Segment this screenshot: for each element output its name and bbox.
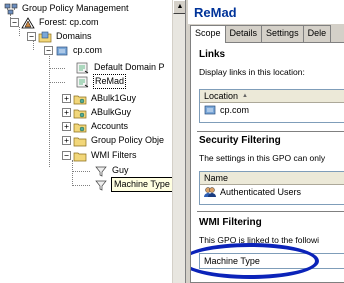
tree-pane[interactable]: Group Policy Management − Forest: cp.com… [0, 0, 186, 283]
folder-icon [73, 150, 87, 162]
column-header[interactable]: Location ▲ [200, 90, 344, 103]
domains-icon [38, 31, 52, 43]
forest-icon [21, 16, 35, 29]
divider [197, 131, 344, 132]
gpo-link-icon [76, 76, 90, 88]
links-text: Display links in this location: [199, 67, 305, 77]
domain-icon [55, 45, 69, 57]
list-item[interactable]: cp.com [200, 103, 344, 117]
folder-icon [73, 135, 87, 147]
tab-scope[interactable]: Scope [190, 25, 226, 43]
tree-domains[interactable]: − Domains [27, 30, 93, 43]
gpm-icon [4, 3, 18, 15]
page-title: ReMad [188, 0, 344, 24]
domain-icon [203, 104, 217, 116]
expand-icon[interactable]: + [62, 94, 71, 103]
column-header[interactable]: Name [200, 172, 344, 185]
tree-item-abulkguy[interactable]: + ABulkGuy [62, 106, 132, 119]
details-pane: ReMad Scope Details Settings Dele Links … [188, 0, 344, 283]
collapse-icon[interactable]: − [27, 32, 36, 41]
list-item-label: cp.com [220, 105, 250, 115]
divider [197, 211, 344, 212]
list-item[interactable]: Authenticated Users [200, 185, 344, 199]
tree-item-label: ABulkGuy [91, 107, 132, 117]
ou-icon [73, 93, 87, 105]
ou-icon [73, 107, 87, 119]
wmi-filter-icon [94, 179, 108, 191]
tree-item-wmi-filters[interactable]: − WMI Filters [62, 149, 138, 162]
tree-item-abulk1guy[interactable]: + ABulk1Guy [62, 92, 137, 105]
tree-root-label: Group Policy Management [22, 3, 129, 13]
collapse-icon[interactable]: − [10, 18, 19, 27]
tree-domain-label: cp.com [73, 45, 103, 55]
security-heading: Security Filtering [199, 135, 281, 146]
tree-forest[interactable]: − Forest: cp.com [10, 16, 100, 29]
tree-root[interactable]: Group Policy Management [4, 2, 130, 15]
expand-icon[interactable]: + [62, 108, 71, 117]
tree-item-label: ReMad [93, 74, 127, 89]
tree-item-label: Default Domain P [94, 62, 165, 72]
links-list[interactable]: Location ▲ cp.com [199, 89, 344, 123]
security-text: The settings in this GPO can only [199, 153, 326, 163]
expand-icon[interactable]: + [62, 136, 71, 145]
users-icon [203, 186, 217, 198]
scope-panel: Links Display links in this location: Lo… [190, 42, 344, 283]
tab-details[interactable]: Details [224, 25, 263, 42]
tree-wmi-guy[interactable]: Guy [94, 164, 130, 177]
tree-item-label: Group Policy Obje [91, 135, 165, 145]
column-label: Name [204, 173, 229, 183]
tree-domain[interactable]: − cp.com [44, 44, 103, 57]
wmi-heading: WMI Filtering [199, 217, 262, 228]
tree-domains-label: Domains [56, 31, 92, 41]
ou-icon [73, 121, 87, 133]
tree-item-default-domain[interactable]: Default Domain P [76, 61, 166, 74]
highlight-oval [191, 243, 319, 279]
list-item-label: Authenticated Users [220, 187, 302, 197]
tree-item-accounts[interactable]: + Accounts [62, 120, 129, 133]
tab-delegation[interactable]: Dele [302, 25, 332, 42]
security-list[interactable]: Name Authenticated Users [199, 171, 344, 205]
tree-item-remad[interactable]: ReMad [76, 74, 127, 89]
wmi-filter-icon [94, 165, 108, 177]
gpo-link-icon [76, 62, 90, 74]
expand-icon[interactable]: + [62, 122, 71, 131]
tree-item-label: Accounts [91, 121, 129, 131]
tab-strip: Scope Details Settings Dele [190, 25, 332, 43]
tree-item-label: ABulk1Guy [91, 93, 137, 103]
tree-forest-label: Forest: cp.com [39, 17, 99, 27]
collapse-icon[interactable]: − [44, 46, 53, 55]
tree-wmi-machine-type[interactable]: Machine Type [94, 177, 173, 192]
tab-settings[interactable]: Settings [261, 25, 304, 42]
tree-item-gpo[interactable]: + Group Policy Obje [62, 134, 165, 147]
collapse-icon[interactable]: − [62, 151, 71, 160]
tree-scrollbar[interactable]: ▲ [172, 0, 185, 283]
tree-item-label: Machine Type [111, 177, 173, 192]
links-heading: Links [199, 49, 226, 60]
tree-item-label: Guy [112, 165, 129, 175]
sort-icon: ▲ [242, 93, 248, 99]
tree-item-label: WMI Filters [91, 150, 137, 160]
scroll-up-button[interactable]: ▲ [173, 0, 185, 14]
column-label: Location [204, 91, 239, 101]
